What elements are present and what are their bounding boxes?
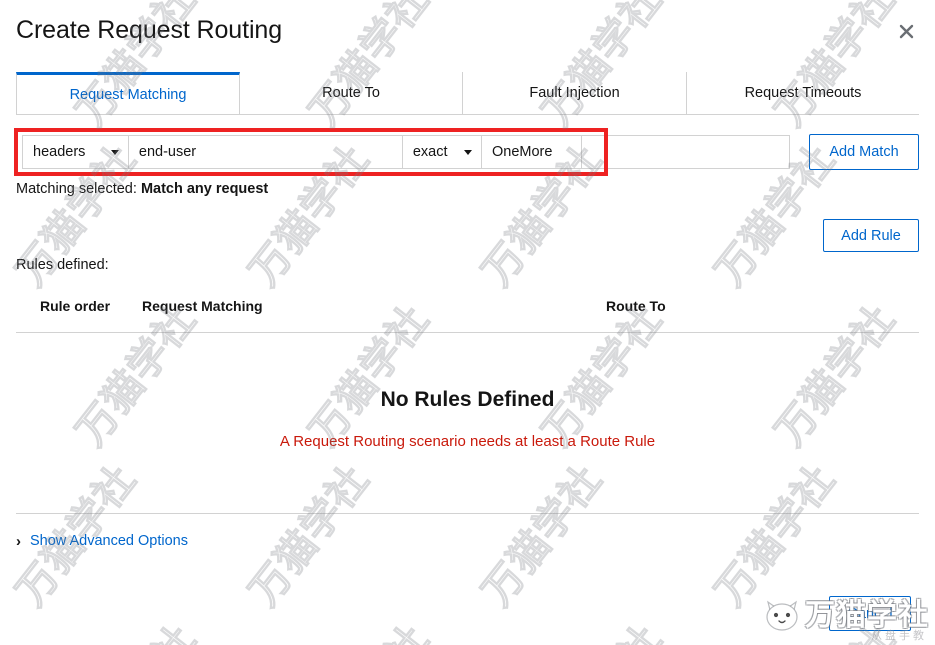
add-match-button[interactable]: Add Match: [809, 134, 919, 170]
tab-bar: Request Matching Route To Fault Injectio…: [16, 72, 919, 115]
column-header-request-matching: Request Matching: [142, 298, 263, 314]
cancel-label: Cancel: [847, 605, 893, 622]
dialog-header: Create Request Routing: [0, 0, 935, 68]
page-title: Create Request Routing: [16, 16, 283, 44]
tab-label: Request Timeouts: [744, 85, 862, 101]
tab-request-matching[interactable]: Request Matching: [16, 72, 240, 114]
chevron-down-icon: [464, 149, 472, 155]
empty-state: No Rules Defined A Request Routing scena…: [0, 388, 935, 450]
chevron-down-icon: [110, 149, 119, 155]
advanced-divider: [16, 513, 919, 514]
tab-request-timeouts[interactable]: Request Timeouts: [687, 72, 919, 114]
tab-fault-injection[interactable]: Fault Injection: [463, 72, 687, 114]
header-name-input[interactable]: [128, 136, 403, 168]
column-header-route-to: Route To: [606, 298, 666, 314]
add-match-label: Add Match: [829, 144, 899, 160]
close-icon: [899, 24, 914, 39]
chevron-right-icon: ›: [16, 532, 21, 550]
create-request-routing-dialog: Create Request Routing Request Matching …: [0, 0, 935, 645]
match-category-select[interactable]: headers: [23, 136, 129, 168]
tab-label: Route To: [322, 85, 380, 101]
match-value-input[interactable]: [482, 136, 582, 168]
rules-table: Rule order Request Matching Route To: [16, 294, 919, 333]
tab-label: Request Matching: [69, 86, 187, 103]
show-advanced-options-label: Show Advanced Options: [30, 533, 188, 549]
rules-defined-label: Rules defined:: [16, 257, 109, 273]
matching-selected-value: Match any request: [140, 181, 269, 197]
table-header-row: Rule order Request Matching Route To: [16, 294, 919, 333]
empty-state-title: No Rules Defined: [380, 388, 555, 411]
cancel-button[interactable]: Cancel: [829, 596, 911, 631]
add-rule-label: Add Rule: [841, 227, 901, 244]
request-matching-row: headers exact: [22, 135, 790, 169]
column-header-rule-order: Rule order: [40, 298, 111, 314]
match-operator-value: exact: [412, 144, 448, 160]
matching-selected-status: Matching selected: Match any request: [16, 181, 268, 197]
close-button[interactable]: [891, 16, 921, 46]
match-operator-select[interactable]: exact: [402, 136, 482, 168]
empty-state-message: A Request Routing scenario needs at leas…: [279, 433, 656, 450]
show-advanced-options-toggle[interactable]: › Show Advanced Options: [16, 533, 188, 549]
tab-route-to[interactable]: Route To: [240, 72, 463, 114]
add-rule-button[interactable]: Add Rule: [823, 219, 919, 252]
match-extra-input[interactable]: [582, 136, 789, 168]
matching-selected-prefix: Matching selected:: [16, 181, 137, 197]
match-category-value: headers: [33, 144, 86, 160]
tab-label: Fault Injection: [529, 85, 620, 101]
